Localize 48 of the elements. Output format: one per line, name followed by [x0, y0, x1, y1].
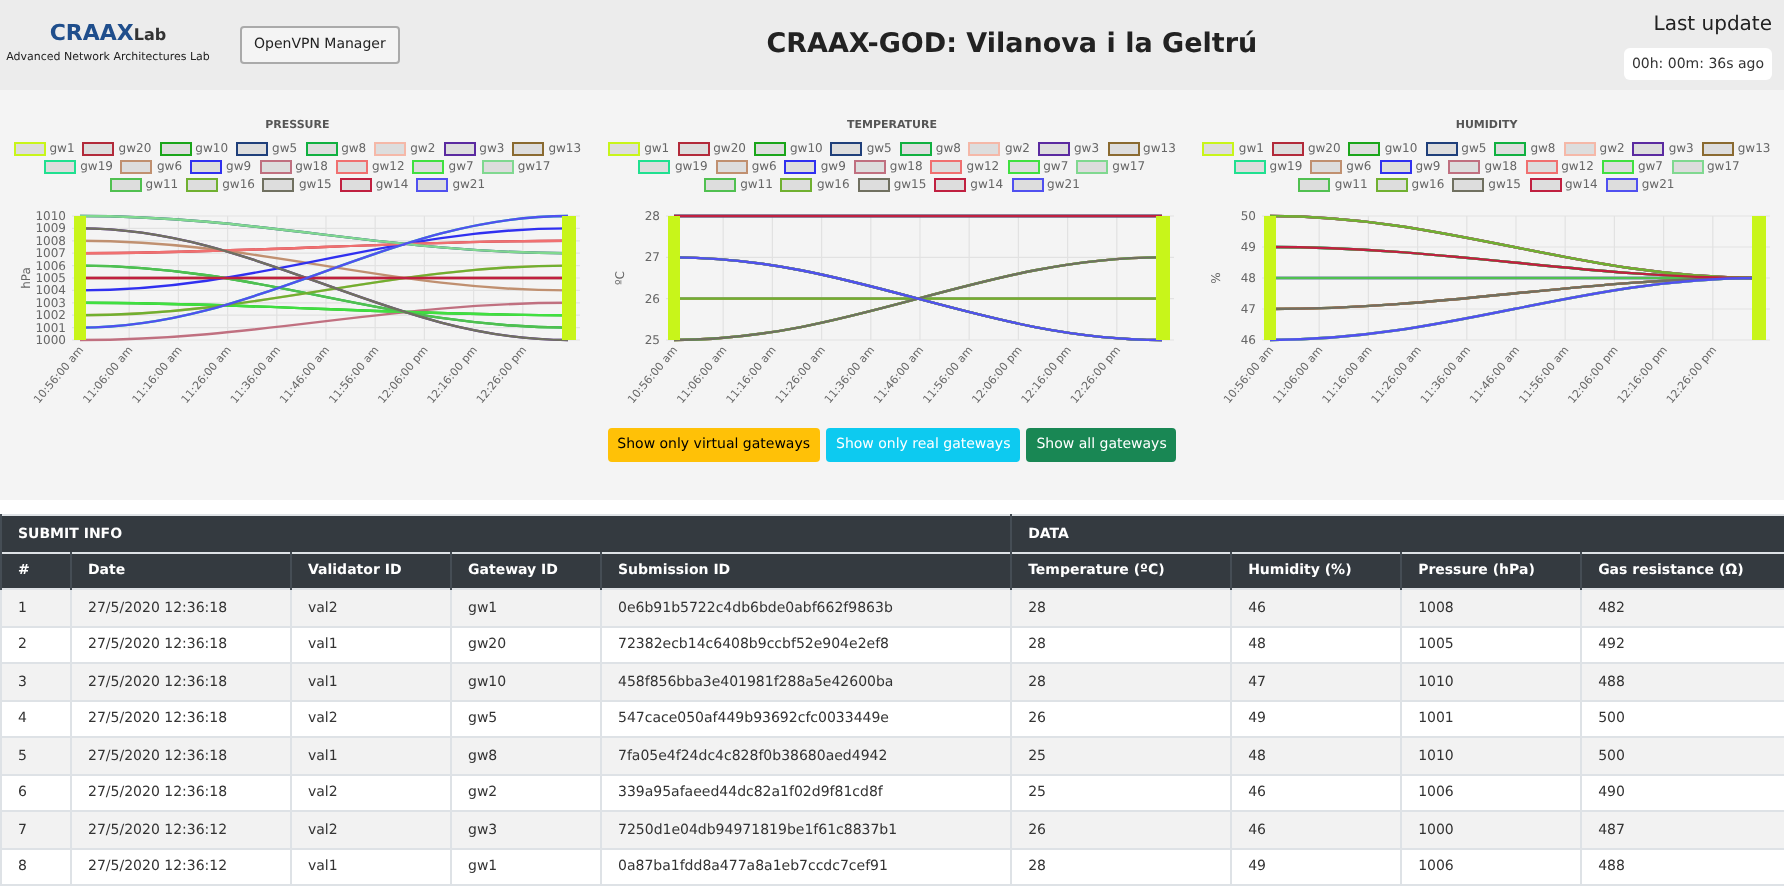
legend-swatch[interactable]	[1494, 142, 1527, 157]
legend-swatch[interactable]	[1310, 160, 1343, 175]
legend-swatch[interactable]	[1425, 142, 1458, 157]
legend-swatch[interactable]	[1271, 142, 1304, 157]
legend-swatch[interactable]	[1701, 142, 1734, 157]
legend-swatch[interactable]	[236, 142, 269, 157]
legend-swatch[interactable]	[335, 160, 368, 175]
legend-swatch[interactable]	[1379, 160, 1412, 175]
legend-swatch[interactable]	[784, 160, 817, 175]
legend-swatch[interactable]	[1375, 178, 1408, 193]
legend-swatch[interactable]	[120, 160, 153, 175]
legend-swatch[interactable]	[190, 160, 223, 175]
last-update-label: Last update	[1653, 11, 1772, 40]
legend-swatch[interactable]	[1525, 160, 1558, 175]
legend-swatch[interactable]	[262, 178, 295, 193]
legend-swatch[interactable]	[780, 178, 813, 193]
legend-swatch[interactable]	[1605, 178, 1638, 193]
legend-swatch[interactable]	[1037, 142, 1070, 157]
legend-swatch[interactable]	[830, 142, 863, 157]
legend-swatch[interactable]	[1529, 178, 1561, 193]
legend-swatch[interactable]	[512, 142, 545, 157]
legend-swatch[interactable]	[109, 178, 142, 193]
legend-swatch[interactable]	[1348, 142, 1381, 157]
page-title: CRAAX-GOD: Vilanova i la Geltrú	[764, 28, 1260, 62]
legend-swatch[interactable]	[853, 160, 886, 175]
legend-swatch[interactable]	[704, 178, 737, 193]
legend-swatch[interactable]	[1011, 178, 1044, 193]
legend-swatch[interactable]	[1107, 142, 1140, 157]
legend-swatch[interactable]	[259, 160, 292, 175]
legend-swatch[interactable]	[1448, 160, 1481, 175]
legend-swatch[interactable]	[1452, 178, 1485, 193]
legend-swatch[interactable]	[305, 142, 338, 157]
legend-swatch[interactable]	[857, 178, 890, 193]
legend-swatch[interactable]	[930, 160, 963, 175]
legend-swatch[interactable]	[186, 178, 219, 193]
legend-swatch[interactable]	[1632, 142, 1665, 157]
legend-swatch[interactable]	[934, 178, 967, 193]
legend-swatch[interactable]	[416, 178, 449, 193]
logo-text: CRAAXLab	[49, 22, 167, 45]
legend-swatch[interactable]	[753, 142, 786, 157]
legend-swatch[interactable]	[82, 142, 115, 157]
legend-swatch[interactable]	[715, 160, 748, 175]
legend-swatch[interactable]	[677, 142, 710, 157]
legend-swatch[interactable]	[899, 142, 932, 157]
legend-swatch[interactable]	[1298, 178, 1331, 193]
legend-swatch[interactable]	[443, 142, 476, 157]
legend-swatch[interactable]	[159, 142, 192, 157]
legend-swatch[interactable]	[339, 178, 372, 193]
